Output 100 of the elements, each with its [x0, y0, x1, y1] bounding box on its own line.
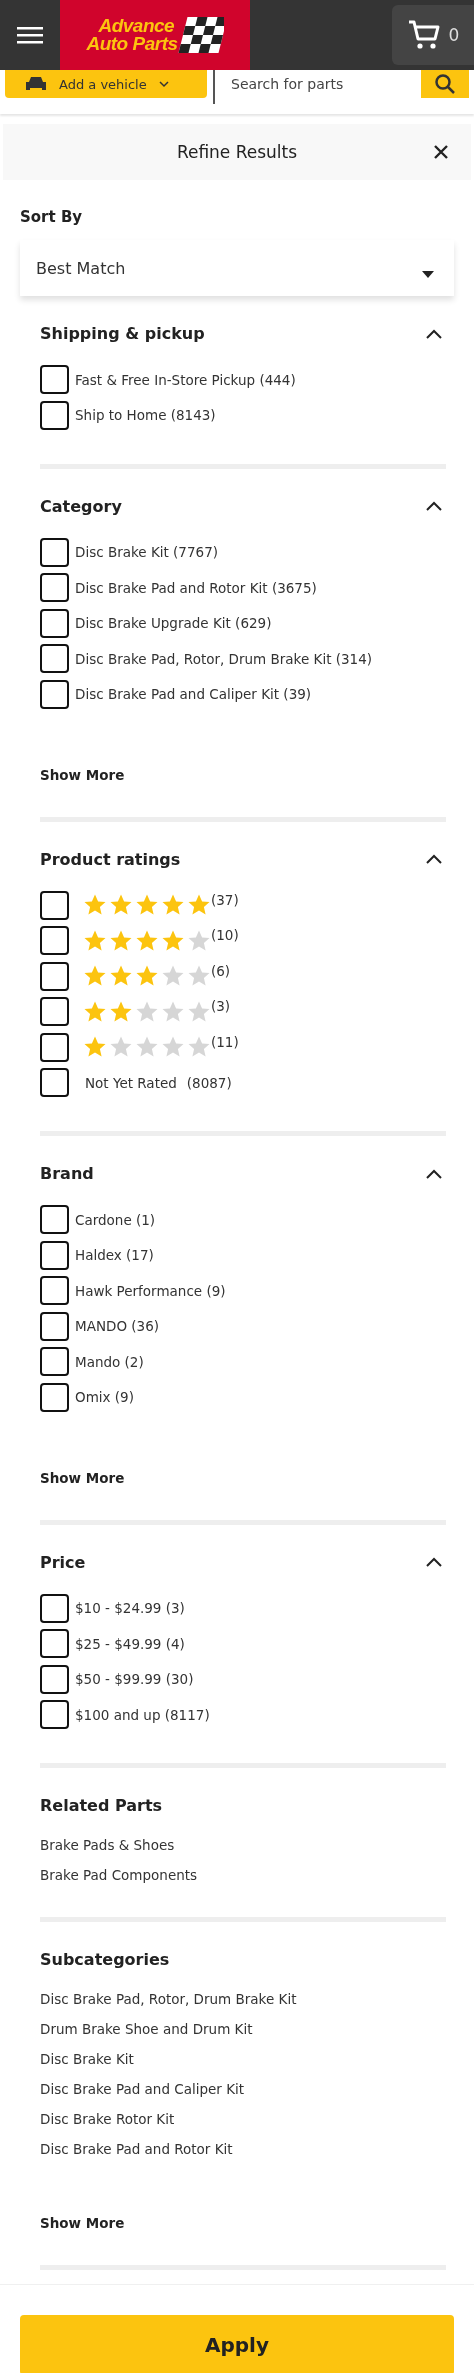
option-label: Haldex (17)	[75, 1247, 154, 1263]
checkbox[interactable]	[40, 400, 69, 430]
rating-count: (11)	[211, 1033, 239, 1050]
category-link[interactable]: Disc Brake Pad and Caliper Kit	[40, 2081, 245, 2097]
section-title: Product ratings	[40, 849, 181, 869]
chevron-up-icon[interactable]	[426, 328, 442, 339]
section-title: Category	[40, 496, 122, 516]
checkbox[interactable]	[40, 1629, 69, 1658]
chevron-up-icon[interactable]	[426, 1557, 442, 1567]
star-icon	[109, 893, 133, 917]
star-icon	[83, 893, 107, 917]
option-label: $100 and up (8117)	[75, 1706, 210, 1723]
star-icon	[135, 1035, 159, 1059]
car-icon	[25, 76, 47, 92]
option-label: Disc Brake Upgrade Kit (629)	[75, 615, 272, 631]
checkbox[interactable]	[40, 365, 69, 394]
category-link[interactable]: Disc Brake Kit	[40, 2051, 134, 2067]
search-button[interactable]	[421, 70, 469, 98]
sort-dropdown[interactable]: Best Match	[20, 240, 454, 296]
checkbox[interactable]	[40, 644, 69, 673]
chevron-up-icon[interactable]	[426, 854, 442, 864]
rating-count: (3)	[211, 998, 231, 1014]
rating-count: (8087)	[186, 1075, 232, 1091]
checkbox[interactable]	[40, 537, 69, 567]
option-label: $10 - $24.99 (3)	[75, 1600, 185, 1616]
checkbox[interactable]	[40, 890, 69, 920]
chevron-up-icon[interactable]	[426, 1168, 442, 1179]
checkbox[interactable]	[40, 997, 69, 1026]
checkbox[interactable]	[40, 1068, 69, 1097]
checkbox[interactable]	[40, 1593, 69, 1623]
rating-count: (6)	[211, 962, 231, 979]
category-link[interactable]: Brake Pads & Shoes	[40, 1837, 175, 1853]
close-icon[interactable]	[433, 144, 449, 160]
star-icon	[187, 1035, 211, 1059]
option-label: Omix (9)	[75, 1389, 134, 1405]
checkbox[interactable]	[40, 1382, 69, 1412]
section-title: Shipping & pickup	[40, 324, 205, 343]
section-title: Brand	[40, 1164, 94, 1183]
checkbox[interactable]	[40, 1311, 69, 1341]
show-more-link[interactable]: Show More	[40, 1469, 125, 1486]
option-label: Fast & Free In-Store Pickup (444)	[75, 371, 296, 388]
section-title: Related Parts	[40, 1796, 163, 1815]
show-more-link[interactable]: Show More	[40, 2215, 125, 2231]
checkbox[interactable]	[40, 1240, 69, 1270]
option-label: Not Yet Rated	[85, 1074, 177, 1091]
caret-icon	[422, 270, 434, 278]
option-label: Mando (2)	[75, 1353, 144, 1370]
option-label: Disc Brake Pad and Caliper Kit (39)	[75, 686, 312, 702]
apply-button[interactable]: Apply	[20, 2315, 454, 2373]
sort-label: Sort By	[20, 208, 83, 226]
option-label: Ship to Home (8143)	[75, 407, 216, 423]
checkbox[interactable]	[40, 961, 69, 991]
category-link[interactable]: Disc Brake Pad, Rotor, Drum Brake Kit	[40, 1991, 297, 2007]
star-icon	[83, 1035, 107, 1059]
checkbox[interactable]	[40, 1276, 69, 1305]
cart-button[interactable]: 0	[392, 5, 474, 65]
option-label: MANDO (36)	[75, 1318, 159, 1334]
section-title: Subcategories	[40, 1950, 170, 1969]
category-link[interactable]: Disc Brake Pad and Rotor Kit	[40, 2141, 233, 2157]
show-more-link[interactable]: Show More	[40, 766, 125, 783]
star-icon	[109, 964, 133, 988]
chevron-up-icon[interactable]	[426, 501, 442, 511]
add-vehicle-button[interactable]: Add a vehicle	[5, 70, 207, 98]
star-icon	[83, 964, 107, 988]
checkbox[interactable]	[40, 1205, 69, 1234]
panel-title: Refine Results	[176, 142, 298, 162]
star-icon	[135, 893, 159, 917]
checkbox[interactable]	[40, 1700, 69, 1729]
chevron-down-icon	[158, 80, 169, 88]
star-icon	[161, 1035, 185, 1059]
star-icon	[109, 1035, 133, 1059]
section-title: Price	[40, 1552, 86, 1572]
checkbox[interactable]	[40, 926, 69, 955]
option-label: Cardone (1)	[75, 1211, 156, 1228]
cart-icon	[406, 19, 441, 51]
rating-count: (37)	[211, 891, 239, 908]
option-label: Hawk Performance (9)	[75, 1282, 226, 1299]
category-link[interactable]: Brake Pad Components	[40, 1867, 198, 1883]
option-label: Disc Brake Kit (7767)	[75, 544, 218, 560]
option-label: $50 - $99.99 (30)	[75, 1671, 194, 1687]
star-icon	[161, 964, 185, 988]
checkbox[interactable]	[40, 1664, 69, 1694]
option-label: Disc Brake Pad, Rotor, Drum Brake Kit (314)	[75, 650, 373, 667]
logo-text: Auto Parts	[86, 35, 178, 54]
search-icon	[434, 73, 456, 95]
logo-text: Advance	[97, 16, 176, 35]
option-label: $25 - $49.99 (4)	[75, 1635, 185, 1652]
star-icon	[161, 893, 185, 917]
star-icon	[187, 964, 211, 988]
checkbox[interactable]	[40, 608, 69, 638]
checkbox[interactable]	[40, 573, 69, 602]
rating-count: (10)	[211, 927, 239, 943]
category-link[interactable]: Disc Brake Rotor Kit	[40, 2111, 175, 2127]
star-icon	[135, 964, 159, 988]
option-label: Disc Brake Pad and Rotor Kit (3675)	[75, 579, 317, 596]
checkbox[interactable]	[40, 1347, 69, 1376]
checkbox[interactable]	[40, 679, 69, 709]
category-link[interactable]: Drum Brake Shoe and Drum Kit	[40, 2021, 253, 2037]
cart-count: 0	[448, 25, 460, 45]
checkbox[interactable]	[40, 1032, 69, 1062]
